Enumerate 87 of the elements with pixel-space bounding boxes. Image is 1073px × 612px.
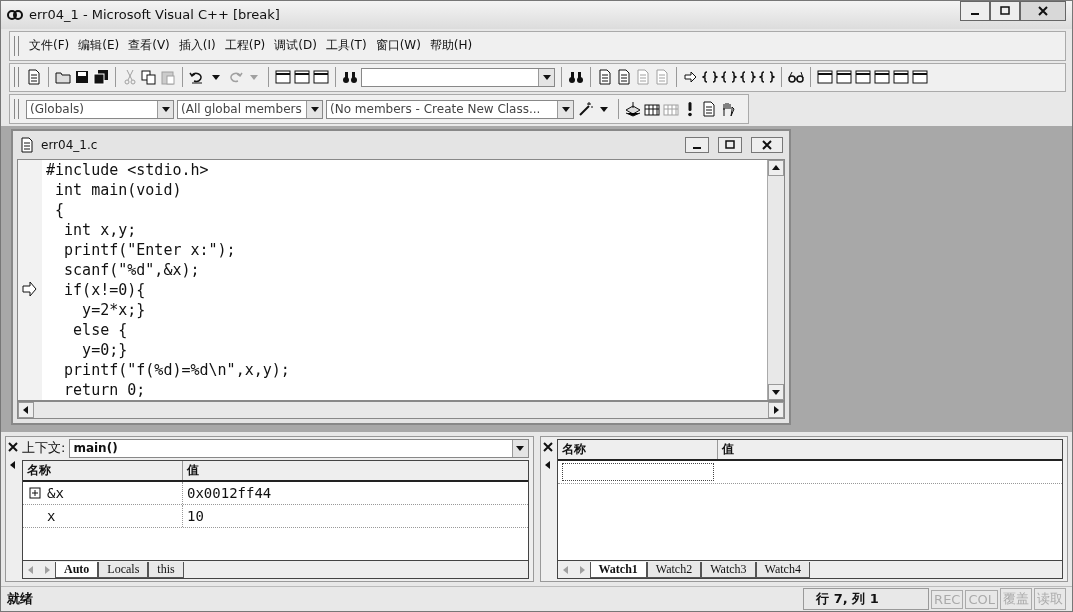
window-icon[interactable]	[912, 69, 928, 86]
status-indicator: 覆盖	[1000, 588, 1032, 611]
code-line: else {	[72, 320, 129, 341]
code-line: scanf("%d",&x);	[63, 260, 201, 281]
status-message: 就绪	[7, 590, 34, 609]
window-icon[interactable]	[275, 69, 291, 86]
window-icon[interactable]	[855, 69, 871, 86]
window-icon[interactable]	[313, 69, 329, 86]
menu-item[interactable]: 帮助(H)	[426, 35, 476, 57]
clipboard-icon[interactable]	[160, 69, 176, 86]
variable-value: 0x0012ff44	[186, 483, 273, 503]
menu-item[interactable]: 文件(F)	[26, 35, 73, 57]
status-indicator: 读取	[1034, 588, 1066, 611]
document-icon[interactable]	[701, 101, 717, 118]
stack-icon[interactable]	[625, 101, 641, 118]
variable-name: x	[47, 507, 56, 524]
status-indicator: COL	[965, 589, 998, 609]
column-header: 值	[185, 461, 200, 479]
minimize-button[interactable]	[960, 1, 990, 21]
window-icon[interactable]	[294, 69, 310, 86]
window-icon[interactable]	[893, 69, 909, 86]
document-icon[interactable]	[26, 69, 42, 86]
tab[interactable]: Locals	[98, 561, 149, 578]
minimize-button[interactable]	[685, 137, 709, 154]
editor-title: err04_1.c	[41, 138, 99, 153]
window-icon[interactable]	[836, 69, 852, 86]
window-icon[interactable]	[874, 69, 890, 86]
cursor-position: 行 7, 列 1	[803, 588, 930, 611]
tab[interactable]: Watch1	[589, 561, 647, 578]
braces-icon[interactable]	[759, 69, 775, 86]
current-line-arrow-icon	[22, 280, 38, 297]
folder-icon[interactable]	[55, 69, 71, 86]
document-icon[interactable]	[597, 69, 613, 86]
tab[interactable]: Watch2	[646, 561, 702, 578]
menu-item[interactable]: 工程(P)	[221, 35, 269, 57]
tab[interactable]: this	[148, 561, 184, 578]
watch-input-field[interactable]	[561, 462, 714, 481]
members-combo[interactable]: (No members - Create New Class...	[326, 99, 574, 119]
code-line: y=2*x;}	[81, 300, 147, 321]
variable-value: 10	[186, 506, 205, 526]
context-combo[interactable]: main()	[69, 438, 529, 458]
floppy-disks-icon[interactable]	[93, 69, 109, 86]
tab[interactable]: Watch3	[701, 561, 756, 578]
braces-icon[interactable]	[702, 69, 718, 86]
menu-item[interactable]: 工具(T)	[322, 35, 370, 57]
menu-item[interactable]: 插入(I)	[175, 35, 219, 57]
maximize-button[interactable]	[718, 137, 742, 154]
window-icon[interactable]	[817, 69, 833, 86]
grid-icon[interactable]	[644, 101, 660, 118]
document-icon[interactable]	[19, 137, 35, 154]
menu-item[interactable]: 编辑(E)	[75, 35, 123, 57]
status-indicator: REC	[931, 589, 964, 609]
menu-item[interactable]: 窗口(W)	[372, 35, 424, 57]
menu-item[interactable]: 调试(D)	[271, 35, 320, 57]
document-icon[interactable]	[616, 69, 632, 86]
binoculars-icon[interactable]	[568, 69, 584, 86]
code-line: int main(void)	[54, 180, 183, 201]
code-line: if(x!=0){	[63, 280, 147, 301]
code-line: {	[54, 200, 66, 221]
close-button[interactable]	[751, 137, 783, 154]
window-title: err04_1 - Microsoft Visual C++ [break]	[29, 7, 281, 23]
filter-combo[interactable]: (All global members	[177, 99, 323, 119]
menu-item[interactable]: 查看(V)	[125, 35, 173, 57]
wand-icon[interactable]	[577, 101, 593, 118]
close-button[interactable]	[1020, 1, 1066, 21]
context-label: 上下文:	[22, 439, 66, 457]
code-line: int x,y;	[63, 220, 138, 241]
glasses-icon[interactable]	[788, 69, 804, 86]
expand-icon	[27, 484, 43, 501]
column-header: 名称	[23, 460, 183, 480]
variable-name: &x	[47, 484, 64, 501]
binoculars-icon[interactable]	[342, 69, 358, 86]
copy-icon[interactable]	[141, 69, 157, 86]
code-line: printf("f(%d)=%d\n",x,y);	[63, 360, 291, 381]
code-line: #include <stdio.h>	[46, 160, 210, 181]
braces-icon[interactable]	[740, 69, 756, 86]
maximize-button[interactable]	[990, 1, 1020, 21]
class-combo[interactable]: (Globals)	[26, 99, 174, 119]
code-line: printf("Enter x:");	[63, 240, 237, 261]
undo-icon[interactable]	[189, 69, 205, 86]
column-header: 值	[720, 440, 735, 458]
braces-icon[interactable]	[721, 69, 737, 86]
column-header: 名称	[557, 439, 718, 459]
tab[interactable]: Auto	[55, 561, 99, 578]
code-line: y=0;}	[81, 340, 129, 361]
tab[interactable]: Watch4	[755, 561, 810, 578]
code-line: return 0;	[63, 380, 147, 401]
